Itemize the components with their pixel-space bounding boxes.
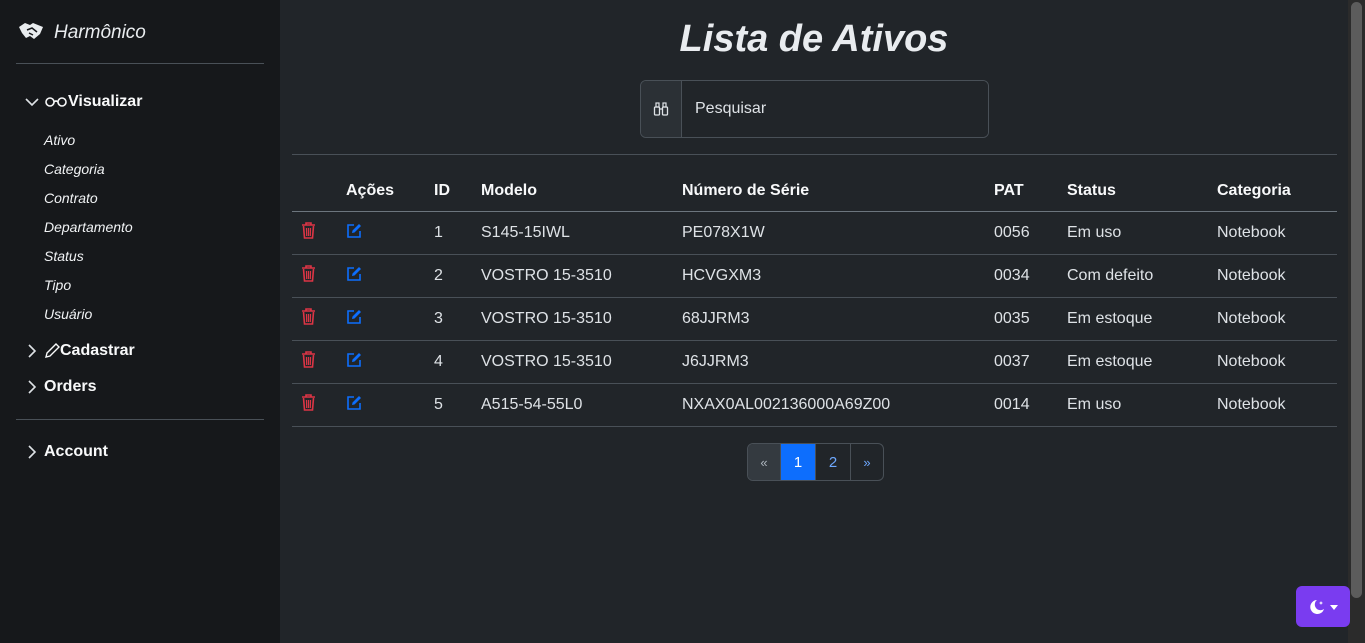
trash-icon[interactable] (301, 351, 316, 373)
chevron-down-icon (25, 98, 39, 107)
table-row: 4 VOSTRO 15-3510 J6JJRM3 0037 Em estoque… (292, 340, 1337, 384)
table-row: 1 S145-15IWL PE078X1W 0056 Em uso Notebo… (292, 211, 1337, 255)
pagination-prev[interactable]: « (748, 444, 781, 480)
nav-group-cadastrar[interactable]: Cadastrar (24, 342, 135, 360)
binoculars-icon (641, 81, 682, 137)
trash-icon[interactable] (301, 265, 316, 287)
caret-down-icon (1330, 604, 1338, 610)
trash-icon[interactable] (301, 394, 316, 416)
chevron-right-icon (28, 445, 37, 459)
cell-modelo: VOSTRO 15-3510 (481, 297, 682, 341)
sidebar-item-ativo[interactable]: Ativo (44, 132, 75, 148)
cell-modelo: VOSTRO 15-3510 (481, 254, 682, 298)
cell-id: 1 (434, 211, 481, 255)
cell-categoria: Notebook (1217, 254, 1337, 298)
scrollbar-thumb[interactable] (1351, 2, 1362, 598)
cell-serie: J6JJRM3 (682, 340, 994, 384)
cell-categoria: Notebook (1217, 211, 1337, 255)
cell-serie: 68JJRM3 (682, 297, 994, 341)
pagination: « 1 2 » (747, 443, 884, 481)
edit-icon[interactable] (346, 266, 362, 287)
cell-serie: HCVGXM3 (682, 254, 994, 298)
cell-status: Em uso (1067, 211, 1217, 255)
column-header-id: ID (434, 170, 481, 212)
edit-icon[interactable] (346, 223, 362, 244)
content-divider (292, 154, 1337, 155)
sidebar-divider (16, 419, 264, 420)
cell-status: Com defeito (1067, 254, 1217, 298)
nav-group-label: Orders (44, 378, 97, 395)
sidebar: Harmônico Visualizar Ativo Categoria Con… (0, 0, 280, 643)
main-content: Lista de Ativos Ações ID Modelo Nú (280, 0, 1348, 643)
sidebar-divider (16, 63, 264, 64)
nav-group-label: Cadastrar (60, 342, 135, 359)
pagination-page-2[interactable]: 2 (816, 444, 851, 480)
table-row: 5 A515-54-55L0 NXAX0AL002136000A69Z00 00… (292, 383, 1337, 427)
nav-account[interactable]: Account (24, 443, 108, 461)
sidebar-item-departamento[interactable]: Departamento (44, 219, 133, 235)
table-header-row: Ações ID Modelo Número de Série PAT Stat… (292, 170, 1337, 212)
cell-id: 3 (434, 297, 481, 341)
page-title: Lista de Ativos (679, 18, 949, 60)
cell-status: Em uso (1067, 383, 1217, 427)
cell-serie: PE078X1W (682, 211, 994, 255)
sidebar-item-categoria[interactable]: Categoria (44, 161, 105, 177)
cell-pat: 0034 (994, 254, 1067, 298)
search-box (640, 80, 989, 138)
moon-stars-icon (1310, 599, 1324, 614)
cell-id: 5 (434, 383, 481, 427)
pagination-page-1[interactable]: 1 (781, 444, 816, 480)
cell-status: Em estoque (1067, 297, 1217, 341)
cell-status: Em estoque (1067, 340, 1217, 384)
cell-pat: 0035 (994, 297, 1067, 341)
scrollbar[interactable] (1348, 0, 1365, 643)
cell-categoria: Notebook (1217, 383, 1337, 427)
theme-toggle-button[interactable] (1296, 586, 1350, 627)
cell-modelo: A515-54-55L0 (481, 383, 682, 427)
cell-id: 2 (434, 254, 481, 298)
edit-icon[interactable] (346, 395, 362, 416)
chevron-right-icon (28, 380, 37, 394)
column-header (292, 170, 346, 212)
trash-icon[interactable] (301, 308, 316, 330)
cell-serie: NXAX0AL002136000A69Z00 (682, 383, 994, 427)
trash-icon[interactable] (301, 222, 316, 244)
cell-pat: 0037 (994, 340, 1067, 384)
sidebar-item-status[interactable]: Status (44, 248, 84, 264)
cell-categoria: Notebook (1217, 297, 1337, 341)
sidebar-item-tipo[interactable]: Tipo (44, 277, 71, 293)
chevron-right-icon (28, 344, 37, 358)
account-label: Account (44, 443, 108, 460)
brand[interactable]: Harmônico (18, 20, 146, 46)
column-header-status: Status (1067, 170, 1217, 212)
column-header-pat: PAT (994, 170, 1067, 212)
pagination-next[interactable]: » (851, 444, 883, 480)
cell-categoria: Notebook (1217, 340, 1337, 384)
nav-group-orders[interactable]: Orders (24, 378, 96, 396)
edit-icon[interactable] (346, 309, 362, 330)
search-input[interactable] (682, 81, 988, 137)
cell-id: 4 (434, 340, 481, 384)
column-header-categoria: Categoria (1217, 170, 1337, 212)
cell-modelo: S145-15IWL (481, 211, 682, 255)
cell-pat: 0056 (994, 211, 1067, 255)
table-row: 3 VOSTRO 15-3510 68JJRM3 0035 Em estoque… (292, 297, 1337, 341)
pencil-icon (45, 343, 60, 358)
column-header-modelo: Modelo (481, 170, 682, 212)
brand-name: Harmônico (54, 22, 146, 43)
cell-pat: 0014 (994, 383, 1067, 427)
assets-table: Ações ID Modelo Número de Série PAT Stat… (292, 170, 1337, 427)
cell-modelo: VOSTRO 15-3510 (481, 340, 682, 384)
column-header-serie: Número de Série (682, 170, 994, 212)
sidebar-item-contrato[interactable]: Contrato (44, 190, 98, 206)
nav-group-label: Visualizar (68, 93, 143, 110)
glasses-icon (45, 97, 67, 107)
handshake-icon (18, 21, 44, 46)
sidebar-item-usuario[interactable]: Usuário (44, 306, 92, 322)
column-header-acoes: Ações (346, 170, 434, 212)
table-row: 2 VOSTRO 15-3510 HCVGXM3 0034 Com defeit… (292, 254, 1337, 298)
nav-group-visualizar[interactable]: Visualizar (24, 93, 142, 111)
edit-icon[interactable] (346, 352, 362, 373)
